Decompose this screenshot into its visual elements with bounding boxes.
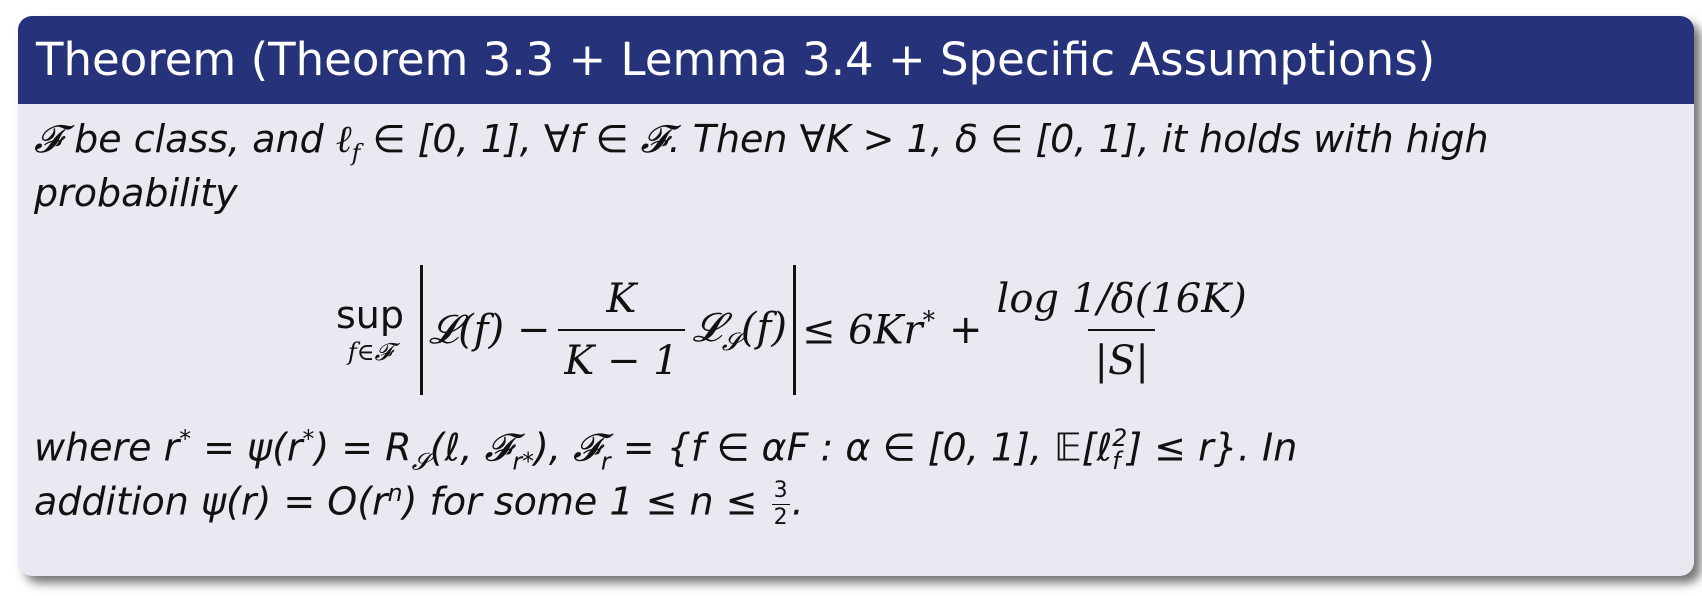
display-equation: sup f∈𝓕 𝓛(f) − K K − 1 𝓛𝓢(f) ≤ 6Kr* + lo…: [18, 250, 1694, 410]
k-fraction: K K − 1: [558, 279, 685, 381]
statement-line-2: probability: [34, 171, 238, 215]
theorem-title: Theorem (Theorem 3.3 + Lemma 3.4 + Speci…: [18, 16, 1694, 104]
equation-content: sup f∈𝓕 𝓛(f) − K K − 1 𝓛𝓢(f) ≤ 6Kr* + lo…: [336, 250, 1261, 410]
conditions-line-1: where r* = ψ(r*) = R𝓢(ℓ, 𝓕r*), 𝓕r = {f ∈…: [34, 423, 1298, 476]
lhs-risk: 𝓛(f) −: [429, 307, 551, 353]
empirical-risk: 𝓛𝓢(f): [692, 304, 787, 356]
abs-bar-right: [792, 265, 796, 395]
plus-sign: +: [949, 307, 983, 353]
bound-term: ≤ 6Kr*: [801, 306, 936, 354]
three-halves: 32: [771, 477, 790, 530]
statement-line-1: 𝓕 be class, and ℓf ∈ [0, 1], ∀f ∈ 𝓕. The…: [34, 117, 1489, 167]
abs-bar-left: [420, 265, 424, 395]
theorem-body: 𝓕 be class, and ℓf ∈ [0, 1], ∀f ∈ 𝓕. The…: [18, 104, 1694, 220]
sup-operator: sup f∈𝓕: [336, 293, 405, 366]
theorem-block: Theorem (Theorem 3.3 + Lemma 3.4 + Speci…: [18, 16, 1694, 576]
conditions-line-2: addition ψ(r) = O(rn) for some 1 ≤ n ≤ 3…: [34, 477, 804, 530]
conditions: where r* = ψ(r*) = R𝓢(ℓ, 𝓕r*), 𝓕r = {f ∈…: [34, 412, 1298, 530]
log-fraction: log 1/δ(16K) |S|: [996, 276, 1247, 384]
